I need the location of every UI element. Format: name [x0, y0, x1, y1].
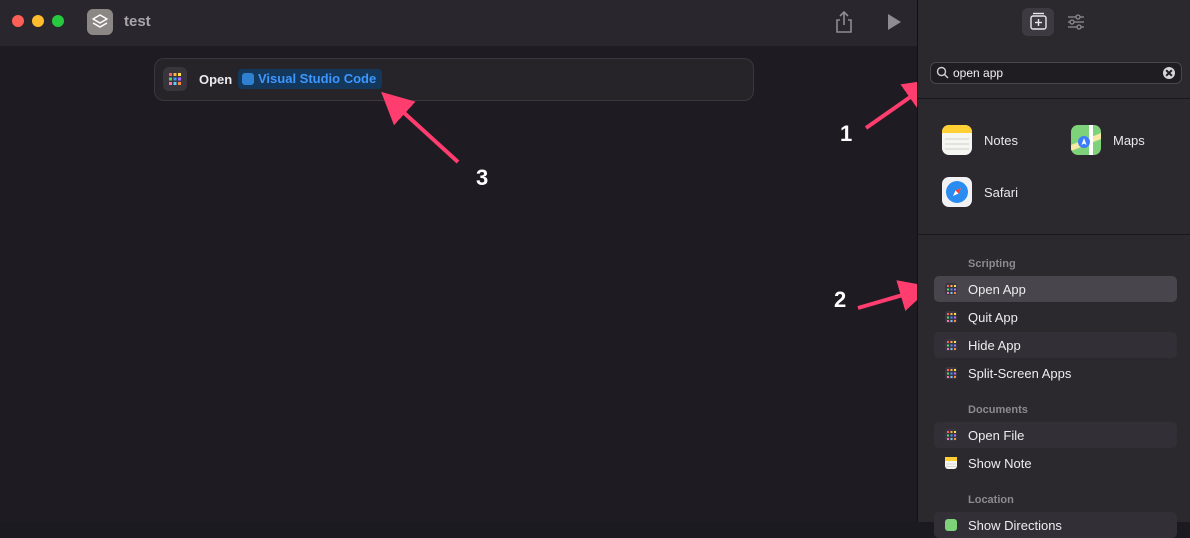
action-library-sidebar: Notes Maps Safari Scripting [917, 0, 1190, 538]
action-row-label: Open File [968, 428, 1025, 443]
annotation-1: 1 [840, 121, 853, 146]
window-title: test [124, 13, 151, 30]
app-tile-label: Notes [984, 133, 1018, 148]
action-row-label: Quit App [968, 310, 1018, 325]
shortcuts-layers-icon [92, 14, 108, 28]
app-tile-maps[interactable]: Maps [1071, 125, 1181, 159]
action-row-label: Show Note [968, 456, 1032, 471]
action-row-open-app[interactable]: Open App [934, 276, 1177, 302]
app-grid-icon [945, 339, 957, 351]
zoom-window-button[interactable] [52, 15, 64, 27]
maps-icon [1071, 125, 1101, 155]
action-row-quit-app[interactable]: Quit App [934, 304, 1177, 330]
action-library-tab[interactable] [1022, 8, 1054, 36]
minimize-window-button[interactable] [32, 15, 44, 27]
divider [918, 234, 1190, 235]
app-grid-icon [945, 283, 957, 295]
library-add-icon [1030, 12, 1047, 30]
action-row-open-file[interactable]: Open File [934, 422, 1177, 448]
run-button[interactable] [885, 12, 903, 32]
app-grid-icon [945, 311, 957, 323]
action-row-split-screen-apps[interactable]: Split-Screen Apps [934, 360, 1177, 386]
sidebar-toolbar [918, 0, 1190, 46]
app-grid-icon [163, 67, 187, 91]
app-tile-safari[interactable]: Safari [942, 177, 1052, 211]
annotation-3: 3 [476, 165, 489, 190]
app-tile-label: Safari [984, 185, 1018, 200]
search-icon [936, 66, 949, 79]
search-input[interactable] [953, 64, 1153, 82]
maps-icon [945, 519, 957, 531]
notes-icon [942, 125, 972, 155]
action-search-field[interactable] [930, 62, 1182, 84]
notes-icon [945, 457, 957, 469]
action-row-label: Open App [968, 282, 1026, 297]
section-header-scripting: Scripting [968, 258, 1016, 270]
action-row-label: Split-Screen Apps [968, 366, 1072, 381]
app-grid-icon [945, 429, 957, 441]
app-tile-notes[interactable]: Notes [942, 125, 1052, 159]
clear-search-icon[interactable] [1163, 67, 1175, 79]
play-icon [888, 14, 901, 30]
section-header-documents: Documents [968, 404, 1028, 416]
divider [918, 98, 1190, 99]
shortcut-editor: test Open Visual Studio Code [0, 0, 917, 522]
annotation-2: 2 [834, 287, 847, 312]
app-grid-icon [945, 367, 957, 379]
action-verb: Open [199, 72, 233, 87]
section-header-location: Location [968, 494, 1014, 506]
safari-icon [942, 177, 972, 207]
sliders-icon [1068, 14, 1084, 30]
open-app-action-card[interactable]: Open Visual Studio Code [154, 58, 754, 101]
shortcut-details-tab[interactable] [1064, 8, 1088, 36]
share-icon [836, 10, 852, 33]
shortcut-icon[interactable] [87, 9, 113, 35]
action-row-hide-app[interactable]: Hide App [934, 332, 1177, 358]
action-row-show-note[interactable]: Show Note [934, 450, 1177, 476]
share-button[interactable] [834, 10, 854, 34]
app-parameter-token[interactable]: Visual Studio Code [238, 69, 383, 89]
app-parameter-label: Visual Studio Code [258, 71, 377, 86]
action-row-show-directions[interactable]: Show Directions [934, 512, 1177, 538]
action-row-label: Hide App [968, 338, 1021, 353]
vscode-icon [242, 73, 254, 85]
close-window-button[interactable] [12, 15, 24, 27]
app-tile-label: Maps [1113, 133, 1145, 148]
action-row-label: Show Directions [968, 518, 1062, 533]
title-bar: test [0, 0, 917, 46]
